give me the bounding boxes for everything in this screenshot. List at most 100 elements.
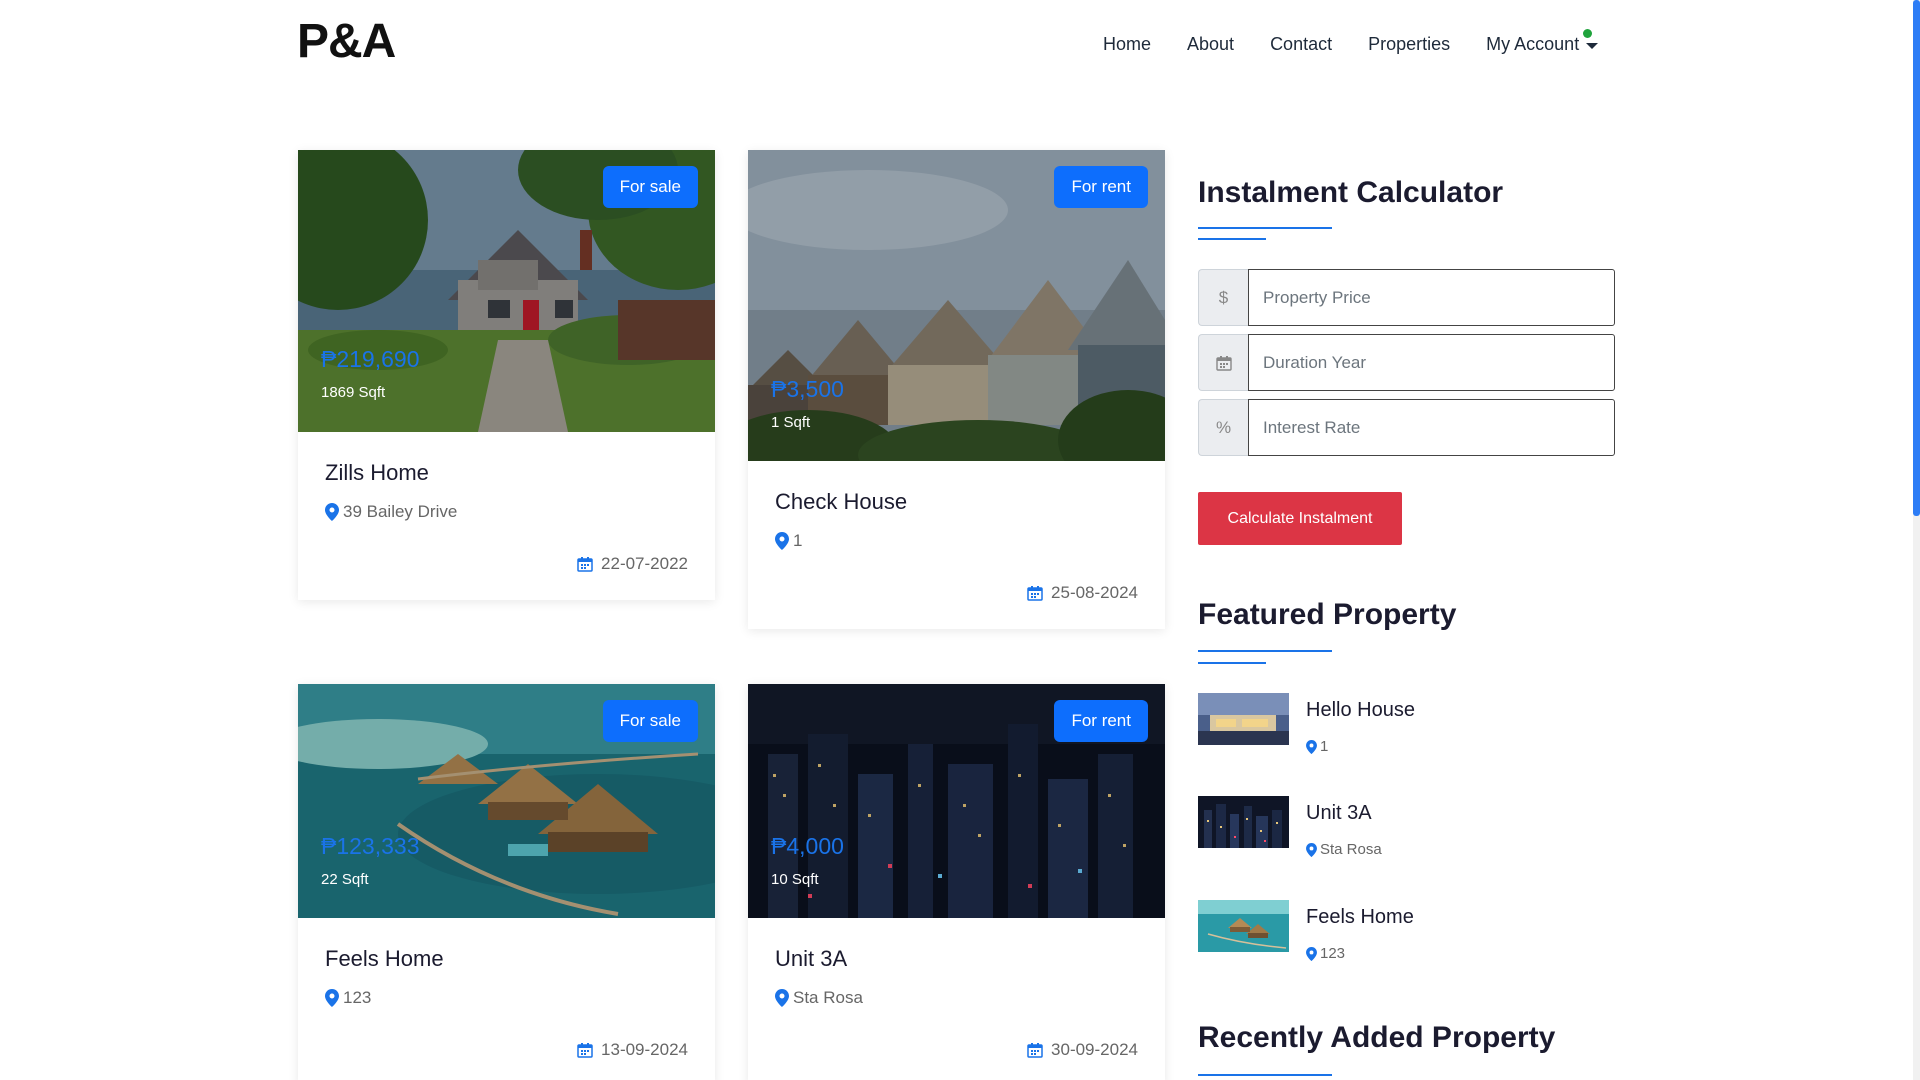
property-photo[interactable]: For rent ₱3,500 1 Sqft [748, 150, 1165, 461]
calculate-instalment-button[interactable]: Calculate Instalment [1198, 492, 1402, 545]
listing-title[interactable]: Check House [775, 489, 1138, 515]
nav-home[interactable]: Home [1103, 34, 1151, 55]
property-card[interactable]: For rent ₱3,500 1 Sqft Check House 1 25-… [748, 150, 1165, 629]
property-photo[interactable]: For sale ₱123,333 22 Sqft [298, 684, 715, 918]
location-text: 1 [1320, 738, 1329, 755]
dollar-icon: $ [1198, 269, 1248, 326]
listing-price: ₱219,690 [321, 346, 420, 372]
property-card[interactable]: For sale ₱123,333 22 Sqft Feels Home 123… [298, 684, 715, 1080]
listing-location: 1 [775, 531, 1138, 551]
calendar-icon [1027, 586, 1043, 601]
location-text: Sta Rosa [793, 988, 863, 1007]
map-pin-icon [775, 532, 789, 550]
heading-underline-short [1198, 238, 1266, 240]
featured-title[interactable]: Feels Home [1306, 906, 1414, 929]
listing-price: ₱4,000 [771, 833, 844, 859]
villa-dusk-thumbnail-image [1198, 693, 1289, 745]
date-text: 25-08-2024 [1051, 583, 1138, 602]
featured-location: 1 [1306, 738, 1328, 755]
heading-underline [1198, 227, 1332, 229]
nav-contact[interactable]: Contact [1270, 34, 1332, 55]
featured-thumbnail[interactable] [1198, 693, 1289, 745]
listing-type-badge: For rent [1054, 700, 1148, 742]
chevron-down-icon [1586, 43, 1599, 49]
listing-area: 1869 Sqft [321, 384, 386, 401]
listing-date: 30-09-2024 [775, 1040, 1138, 1060]
map-pin-icon [1306, 946, 1317, 961]
listing-location: 123 [325, 988, 688, 1008]
my-account-dropdown[interactable]: My Account [1486, 29, 1599, 55]
location-text: 1 [793, 531, 803, 550]
card-body: Zills Home 39 Bailey Drive 22-07-2022 [298, 432, 715, 600]
featured-title[interactable]: Unit 3A [1306, 802, 1372, 825]
featured-location: 123 [1306, 945, 1345, 962]
recent-heading: Recently Added Property [1198, 1021, 1556, 1054]
listing-type-badge: For sale [602, 166, 698, 208]
page-scrollbar[interactable] [1913, 0, 1920, 1080]
listing-title[interactable]: Zills Home [325, 460, 688, 486]
featured-item[interactable]: Feels Home 123 [1198, 900, 1618, 970]
listing-date: 22-07-2022 [325, 554, 688, 574]
listing-area: 22 Sqft [321, 871, 369, 888]
listing-type-badge: For sale [602, 700, 698, 742]
featured-item[interactable]: Unit 3A Sta Rosa [1198, 796, 1618, 866]
featured-title[interactable]: Hello House [1306, 699, 1415, 722]
duration-year-group [1198, 334, 1615, 391]
property-card[interactable]: For sale ₱219,690 1869 Sqft Zills Home 3… [298, 150, 715, 600]
map-pin-icon [325, 989, 339, 1007]
water-villa-thumbnail-image [1198, 900, 1289, 952]
interest-rate-group: % [1198, 399, 1615, 456]
duration-year-input[interactable] [1248, 334, 1615, 391]
main-nav: Home About Contact Properties My Account [1103, 29, 1599, 55]
listing-date: 13-09-2024 [325, 1040, 688, 1060]
featured-item[interactable]: Hello House 1 [1198, 693, 1618, 763]
nav-about[interactable]: About [1187, 34, 1234, 55]
listing-price: ₱3,500 [771, 376, 844, 402]
featured-thumbnail[interactable] [1198, 796, 1289, 848]
listing-area: 10 Sqft [771, 871, 819, 888]
card-body: Unit 3A Sta Rosa 30-09-2024 [748, 918, 1165, 1080]
card-body: Check House 1 25-08-2024 [748, 461, 1165, 629]
featured-thumbnail[interactable] [1198, 900, 1289, 952]
date-text: 22-07-2022 [601, 554, 688, 573]
calendar-icon [1027, 1043, 1043, 1058]
map-pin-icon [775, 989, 789, 1007]
location-text: 123 [343, 988, 372, 1007]
my-account-label: My Account [1486, 34, 1580, 54]
map-pin-icon [1306, 739, 1317, 754]
property-photo[interactable]: For sale ₱219,690 1869 Sqft [298, 150, 715, 432]
scrollbar-thumb[interactable] [1913, 0, 1920, 516]
featured-heading: Featured Property [1198, 598, 1457, 631]
featured-location: Sta Rosa [1306, 841, 1382, 858]
interest-rate-input[interactable] [1248, 399, 1615, 456]
location-text: Sta Rosa [1320, 841, 1382, 858]
listing-title[interactable]: Unit 3A [775, 946, 1138, 972]
listing-date: 25-08-2024 [775, 583, 1138, 603]
card-body: Feels Home 123 13-09-2024 [298, 918, 715, 1080]
nav-properties[interactable]: Properties [1368, 34, 1450, 55]
listing-type-badge: For rent [1054, 166, 1148, 208]
property-price-group: $ [1198, 269, 1615, 326]
online-status-dot [1583, 29, 1593, 38]
percent-icon: % [1198, 399, 1248, 456]
listing-area: 1 Sqft [771, 414, 811, 431]
property-card[interactable]: For rent ₱4,000 10 Sqft Unit 3A Sta Rosa… [748, 684, 1165, 1080]
date-text: 30-09-2024 [1051, 1040, 1138, 1059]
calendar-icon [577, 557, 593, 572]
property-price-input[interactable] [1248, 269, 1615, 326]
listing-price: ₱123,333 [321, 833, 420, 859]
listing-location: 39 Bailey Drive [325, 502, 688, 522]
listing-location: Sta Rosa [775, 988, 1138, 1008]
city-night-thumbnail-image [1198, 796, 1289, 848]
map-pin-icon [1306, 842, 1317, 857]
listing-title[interactable]: Feels Home [325, 946, 688, 972]
property-photo[interactable]: For rent ₱4,000 10 Sqft [748, 684, 1165, 918]
heading-underline-short [1198, 662, 1266, 664]
map-pin-icon [325, 503, 339, 521]
location-text: 123 [1320, 945, 1346, 962]
site-logo[interactable]: P&A [297, 14, 396, 69]
location-text: 39 Bailey Drive [343, 502, 458, 521]
heading-underline [1198, 650, 1332, 652]
date-text: 13-09-2024 [601, 1040, 688, 1059]
calculator-heading: Instalment Calculator [1198, 176, 1504, 209]
